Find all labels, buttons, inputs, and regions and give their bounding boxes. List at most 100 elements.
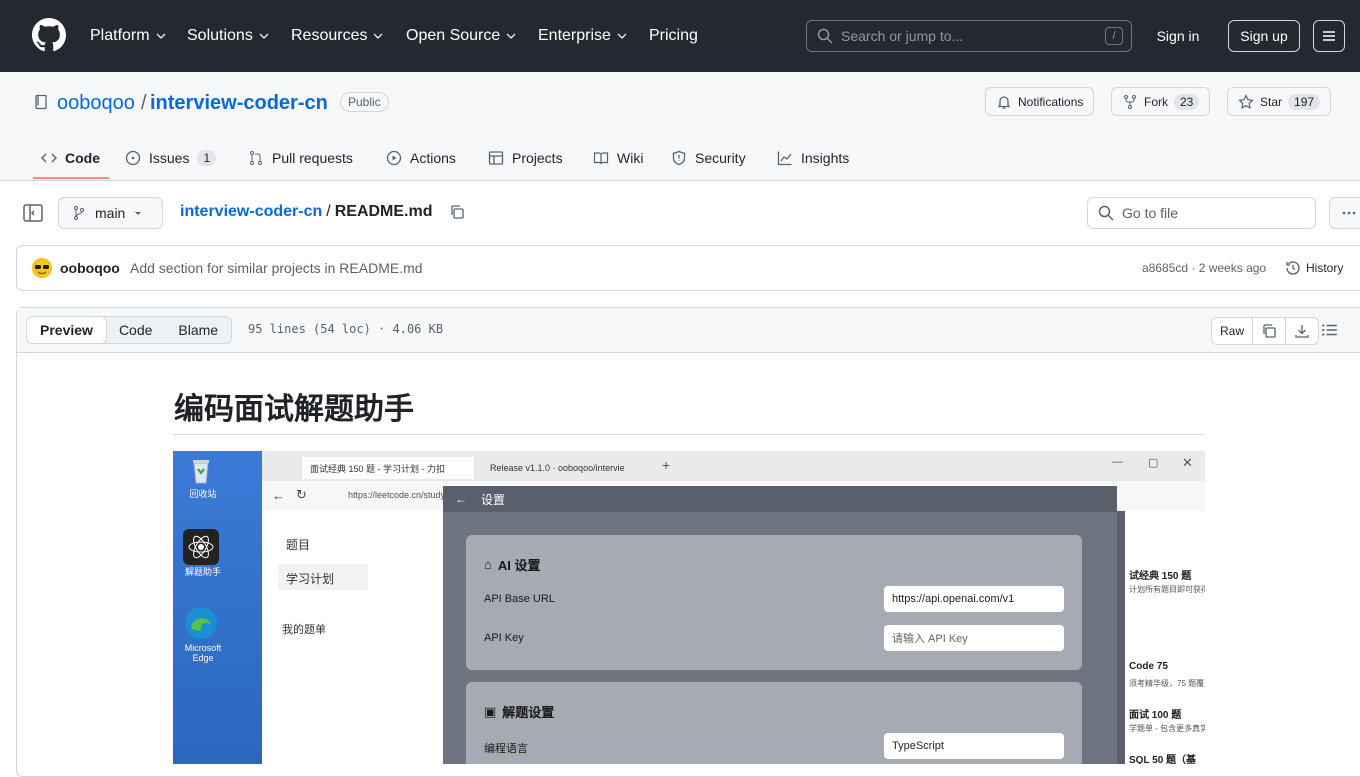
star-button[interactable]: Star 197 [1227,87,1332,116]
new-tab-icon: + [662,457,671,473]
language-label: 编程语言 [484,743,528,755]
star-count: 197 [1288,93,1321,110]
tab-insights[interactable]: Insights [777,148,849,168]
scrollbar [1117,511,1125,764]
reload-icon: ↻ [296,487,307,502]
app-icon [183,529,219,565]
fork-label: Fork [1144,94,1168,109]
close-icon: ✕ [1182,455,1193,470]
notifications-label: Notifications [1018,94,1084,109]
solve-settings-card: ▣ 解题设置 编程语言 TypeScript [466,682,1082,764]
plan-desc: 学题单 - 包含更多真实面试题 [1129,724,1205,733]
tab-label: Actions [410,150,456,166]
issues-count: 1 [197,150,217,166]
desktop-background: 回收站 解题助手 Microsoft Edge [173,451,263,764]
tab-label: Pull requests [272,150,353,166]
tab-issues[interactable]: Issues 1 [125,148,217,168]
history-icon [1286,261,1300,275]
commit-author[interactable]: ooboqoo [60,260,120,276]
preview-tab[interactable]: Preview [27,317,107,343]
commit-message[interactable]: Add section for similar projects in READ… [130,260,423,276]
nav-resources[interactable]: Resources [291,25,383,47]
tab-wiki[interactable]: Wiki [593,148,643,168]
sign-up-button[interactable]: Sign up [1228,20,1300,52]
file-actions: Raw [1211,317,1320,345]
repo-path-separator: / [141,92,147,114]
nav-enterprise[interactable]: Enterprise [538,25,627,47]
solve-settings-heading: ▣ 解题设置 [484,702,554,721]
edge-icon [183,605,219,641]
tab-label: Code [65,150,100,166]
tab-pull-requests[interactable]: Pull requests [248,148,353,168]
nav-label: Resources [291,27,368,44]
star-icon [1238,93,1254,109]
fork-count: 23 [1174,93,1200,110]
settings-title: 设置 [481,492,506,507]
breadcrumb-separator: / [326,203,331,220]
avatar[interactable] [32,258,52,278]
nav-label: Pricing [649,27,698,44]
search-input[interactable]: Search or jump to... / [806,20,1132,52]
hamburger-icon [1323,31,1335,41]
sunglasses-emoji-icon [32,258,52,278]
fork-button[interactable]: Fork 23 [1111,87,1211,116]
latest-commit-bar: ooboqoo Add section for similar projects… [16,245,1360,291]
chevron-down-icon [617,33,627,39]
chevron-down-icon [156,33,166,39]
book-icon [593,152,609,165]
download-button[interactable] [1286,318,1318,344]
tab-actions[interactable]: Actions [386,148,456,168]
tab-code[interactable]: Code [41,148,100,168]
go-to-file-input[interactable]: Go to file [1087,197,1316,229]
nav-platform[interactable]: Platform [90,25,166,47]
search-placeholder: Search or jump to... [841,28,964,44]
back-arrow-icon: ← [272,488,285,503]
history-button[interactable]: History [1285,260,1343,276]
fork-icon [1124,94,1136,109]
outline-list-icon[interactable] [1321,321,1339,339]
raw-button[interactable]: Raw [1212,318,1254,344]
star-label: Star [1260,94,1283,109]
nav-open-source[interactable]: Open Source [406,25,516,47]
nav-solutions[interactable]: Solutions [187,25,269,47]
search-icon [1098,205,1114,221]
history-label: History [1306,261,1344,275]
browser-tab-strip: 面试经典 150 题 - 学习计划 - 力扣 Release v1.1.0 · … [262,451,1205,481]
plan-desc: 计划所有题目即可获得勋章 [1129,585,1205,594]
heading-divider [173,434,1205,435]
nav-my-lists: 我的题单 [282,624,326,636]
copy-icon [1263,324,1276,338]
blame-tab[interactable]: Blame [165,317,231,343]
notifications-button[interactable]: Notifications [985,87,1095,116]
copy-raw-button[interactable] [1253,318,1287,344]
visibility-badge: Public [340,92,389,112]
tab-label: Wiki [617,150,644,166]
recycle-bin-icon [183,453,219,489]
commit-hash-time[interactable]: a8685cd · 2 weeks ago [1142,261,1266,275]
robot-icon: ⌂ [484,557,492,572]
shield-icon [672,150,686,166]
tab-security[interactable]: Security [671,148,746,168]
tab-projects[interactable]: Projects [488,148,563,168]
repo-owner-link[interactable]: ooboqoo [57,92,135,115]
repo-name-link[interactable]: interview-coder-cn [150,92,328,115]
code-view-tab[interactable]: Code [106,317,165,343]
plan-title: 试经典 150 题 [1129,571,1192,582]
more-options-button[interactable] [1329,197,1360,229]
branch-selector[interactable]: main [58,197,163,229]
breadcrumb-repo-link[interactable]: interview-coder-cn [180,203,322,221]
nav-pricing[interactable]: Pricing [649,25,698,47]
repo-icon [35,94,47,110]
nav-label: Enterprise [538,27,611,44]
tab-label: Issues [149,150,190,166]
play-icon [386,150,402,166]
search-shortcut-key: / [1105,27,1123,45]
side-panel-toggle-icon[interactable] [22,202,44,224]
menu-button[interactable] [1313,20,1345,52]
copy-path-icon[interactable] [449,204,465,220]
readme-demo-image: 回收站 解题助手 Microsoft Edge 面试经典 150 题 - 学习计… [173,451,1205,764]
github-logo-icon[interactable] [32,18,66,52]
sign-in-link[interactable]: Sign in [1150,20,1206,52]
nav-problems: 题目 [286,538,311,552]
readme-title: 编码面试解题助手 [174,393,414,426]
